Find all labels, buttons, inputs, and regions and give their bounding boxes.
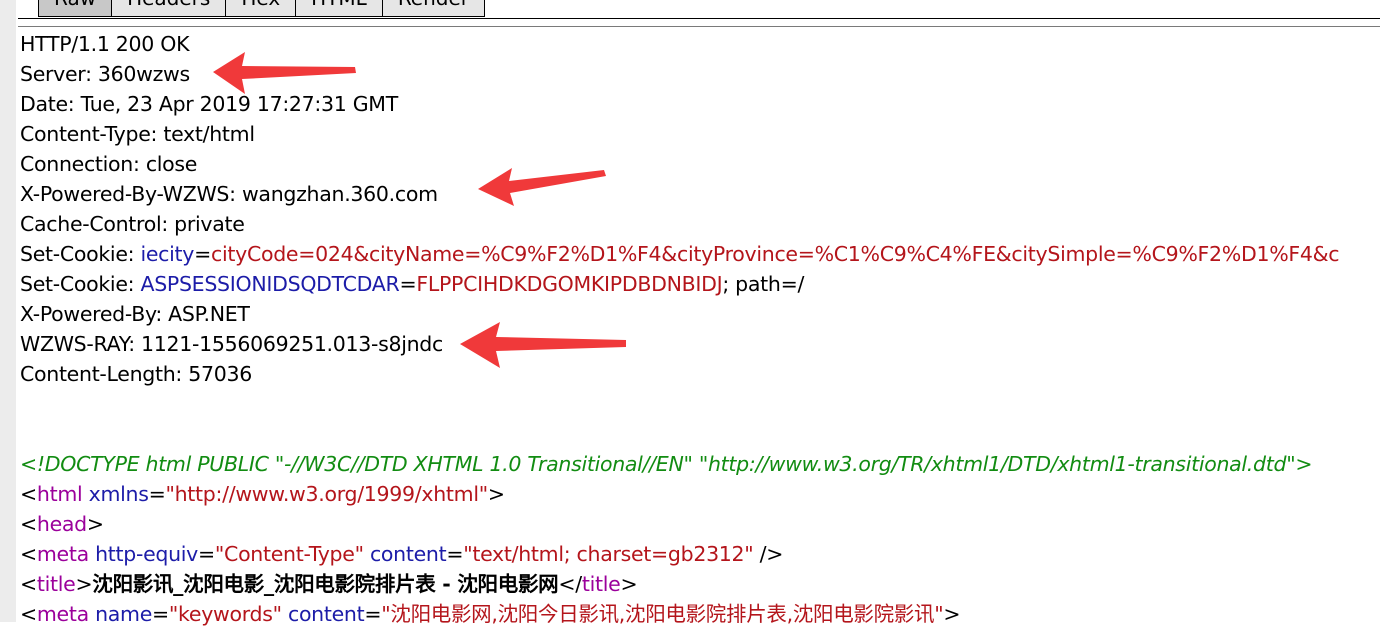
cookie-equals: =	[399, 272, 417, 296]
tag-name: meta	[36, 602, 89, 626]
cookie-equals: =	[194, 242, 212, 266]
cookie-suffix: ; path=/	[722, 272, 805, 296]
tab-divider-shadow	[18, 26, 1380, 27]
cookie-value: cityCode=024&cityName=%C9%F2%D1%F4&cityP…	[211, 242, 1340, 266]
header-content-type: Content-Type: text/html	[20, 122, 255, 146]
attr-name: xmlns	[88, 482, 149, 506]
header-cache-control: Cache-Control: private	[20, 212, 245, 236]
header-set-cookie-session: Set-Cookie: ASPSESSIONIDSQDTCDAR=FLPPCIH…	[20, 269, 1380, 299]
attr-name: content	[287, 602, 365, 626]
attr-value: "沈阳电影网,沈阳今日影讯,沈阳电影院排片表,沈阳电影院影讯"	[381, 602, 944, 626]
attr-name: content	[369, 542, 447, 566]
title-text: 沈阳影讯_沈阳电影_沈阳电影院排片表 - 沈阳电影网	[92, 572, 559, 596]
tab-html[interactable]: HTML	[295, 0, 383, 17]
attr-value: "text/html; charset=gb2312"	[463, 542, 754, 566]
tag-name: meta	[36, 542, 89, 566]
tag-name: title	[581, 572, 621, 596]
cookie-prefix: Set-Cookie:	[20, 242, 141, 266]
header-date: Date: Tue, 23 Apr 2019 17:27:31 GMT	[20, 92, 398, 116]
tab-hex[interactable]: Hex	[225, 0, 297, 17]
raw-response-view[interactable]: HTTP/1.1 200 OK Server: 360wzws Date: Tu…	[20, 29, 1380, 629]
status-line: HTTP/1.1 200 OK	[20, 32, 190, 56]
attr-name: http-equiv	[95, 542, 199, 566]
header-connection: Connection: close	[20, 152, 198, 176]
meta-content-type-tag: <meta http-equiv="Content-Type" content=…	[20, 542, 784, 566]
header-server: Server: 360wzws	[20, 62, 190, 86]
attr-value: "http://www.w3.org/1999/xhtml"	[165, 482, 488, 506]
head-open-tag: <head>	[20, 512, 104, 536]
tag-name: head	[36, 512, 87, 536]
left-gutter	[0, 0, 16, 622]
header-content-length: Content-Length: 57036	[20, 362, 252, 386]
tab-headers[interactable]: Headers	[111, 0, 227, 17]
header-x-powered-by-wzws: X-Powered-By-WZWS: wangzhan.360.com	[20, 182, 438, 206]
cookie-prefix: Set-Cookie:	[20, 272, 141, 296]
cookie-value: FLPPCIHDKDGOMKIPDBDNBIDJ	[416, 272, 723, 296]
header-x-powered-by: X-Powered-By: ASP.NET	[20, 302, 250, 326]
attr-value: "keywords"	[168, 602, 282, 626]
tab-divider	[18, 18, 1380, 19]
attr-name: name	[95, 602, 153, 626]
attr-value: "Content-Type"	[214, 542, 364, 566]
doctype-line: <!DOCTYPE html PUBLIC "-//W3C//DTD XHTML…	[20, 452, 1313, 476]
meta-keywords-tag: <meta name="keywords" content="沈阳电影网,沈阳今…	[20, 602, 961, 626]
tab-render[interactable]: Render	[381, 0, 486, 17]
tag-name: html	[36, 482, 83, 506]
tab-raw[interactable]: Raw	[38, 0, 113, 17]
header-wzws-ray: WZWS-RAY: 1121-1556069251.013-s8jndc	[20, 332, 443, 356]
html-open-tag: <html xmlns="http://www.w3.org/1999/xhtm…	[20, 482, 505, 506]
viewer-tabs: Raw Headers Hex HTML Render	[38, 0, 486, 18]
title-tag: <title>沈阳影讯_沈阳电影_沈阳电影院排片表 - 沈阳电影网</title…	[20, 572, 638, 596]
tag-name: title	[36, 572, 76, 596]
cookie-name: iecity	[140, 242, 195, 266]
header-set-cookie-iecity: Set-Cookie: iecity=cityCode=024&cityName…	[20, 239, 1380, 269]
cookie-name: ASPSESSIONIDSQDTCDAR	[140, 272, 400, 296]
